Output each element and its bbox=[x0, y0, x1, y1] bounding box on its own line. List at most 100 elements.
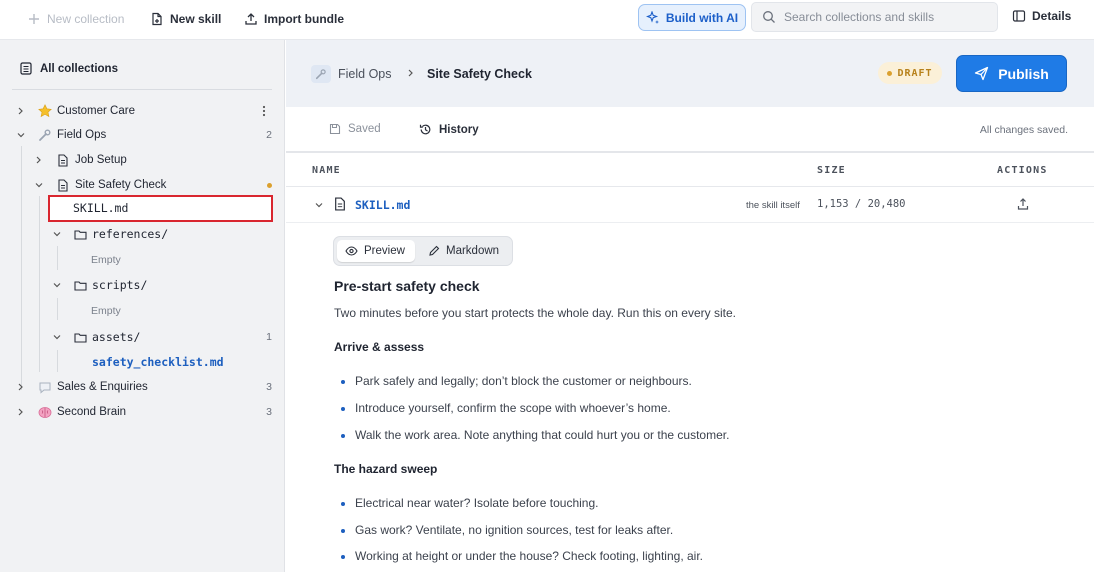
editor-header: Field Ops Site Safety Check DRAFT Publis… bbox=[286, 40, 1094, 107]
sidebar-item-customer-care[interactable]: Customer Care bbox=[0, 99, 284, 123]
preview-label: Preview bbox=[364, 245, 405, 257]
all-collections-link[interactable]: All collections bbox=[20, 62, 118, 75]
row-divider bbox=[286, 222, 1094, 223]
sidebar-divider bbox=[12, 89, 272, 90]
new-skill-button[interactable]: New skill bbox=[150, 9, 221, 29]
build-with-ai-label: Build with AI bbox=[665, 10, 739, 25]
column-header-actions: ACTIONS bbox=[997, 165, 1048, 176]
history-icon bbox=[419, 124, 431, 135]
panel-icon bbox=[1012, 10, 1026, 22]
chevron-down-icon bbox=[17, 133, 25, 138]
chevron-right-icon bbox=[18, 107, 23, 115]
item-count: 2 bbox=[266, 129, 272, 141]
doc-list-item: Walk the work area. Note anything that c… bbox=[340, 428, 730, 442]
empty-label: Empty bbox=[91, 254, 121, 266]
all-collections-label: All collections bbox=[40, 62, 118, 75]
doc-list-item: Gas work? Ventilate, no ignition sources… bbox=[340, 523, 674, 537]
build-with-ai-button[interactable]: Build with AI bbox=[638, 4, 746, 31]
new-skill-label: New skill bbox=[170, 12, 222, 26]
search-box[interactable] bbox=[751, 2, 998, 32]
sidebar-item-label: Sales & Enquiries bbox=[57, 381, 148, 393]
chevron-down-icon bbox=[35, 183, 43, 188]
details-label: Details bbox=[1032, 9, 1072, 23]
chevron-right-icon bbox=[408, 69, 413, 77]
unsaved-dot bbox=[267, 183, 272, 188]
editor-subbar: Saved History All changes saved. bbox=[286, 107, 1094, 153]
file-name[interactable]: SKILL.md bbox=[355, 198, 410, 212]
folder-icon bbox=[73, 278, 87, 292]
item-count: 3 bbox=[266, 406, 272, 418]
chevron-down-icon bbox=[53, 232, 61, 237]
sidebar-item-label: scripts/ bbox=[92, 278, 148, 292]
eye-icon bbox=[345, 246, 358, 256]
sidebar-item-job-setup[interactable]: Job Setup bbox=[0, 148, 284, 172]
file-size: 1,153 / 20,480 bbox=[817, 198, 906, 210]
new-collection-label: New collection bbox=[47, 12, 125, 26]
header-divider bbox=[286, 186, 1094, 187]
status-dot bbox=[887, 70, 893, 76]
sidebar-item-sales-enquiries[interactable]: Sales & Enquiries 3 bbox=[0, 375, 284, 399]
folder-empty-state: Empty bbox=[0, 248, 284, 272]
sidebar-item-label: SKILL.md bbox=[73, 201, 129, 215]
collections-sidebar: All collections Customer Care Field Ops … bbox=[0, 40, 285, 572]
item-count: 1 bbox=[266, 331, 272, 343]
sidebar-item-second-brain[interactable]: Second Brain 3 bbox=[0, 400, 284, 424]
skill-editor: Field Ops Site Safety Check DRAFT Publis… bbox=[286, 40, 1094, 572]
search-input[interactable] bbox=[784, 10, 984, 24]
brain-icon bbox=[38, 405, 52, 419]
sidebar-item-label: Field Ops bbox=[57, 129, 107, 141]
saved-label: Saved bbox=[348, 123, 381, 135]
markdown-tab[interactable]: Markdown bbox=[420, 240, 507, 262]
new-collection-button[interactable]: New collection bbox=[27, 9, 124, 29]
breadcrumb-current: Site Safety Check bbox=[427, 67, 532, 81]
saved-indicator: Saved bbox=[329, 123, 381, 135]
chevron-right-icon bbox=[18, 383, 23, 391]
sidebar-item-skill-md[interactable]: SKILL.md bbox=[0, 196, 284, 220]
search-icon bbox=[763, 11, 775, 23]
preview-tab[interactable]: Preview bbox=[337, 240, 415, 262]
chevron-down-icon bbox=[53, 335, 61, 340]
sidebar-item-label: Second Brain bbox=[57, 406, 127, 418]
import-bundle-label: Import bundle bbox=[264, 12, 344, 26]
pencil-icon bbox=[429, 245, 440, 256]
empty-label: Empty bbox=[91, 305, 121, 317]
upload-icon bbox=[245, 13, 257, 25]
sidebar-item-site-safety-check[interactable]: Site Safety Check bbox=[0, 173, 284, 197]
item-count: 3 bbox=[266, 381, 272, 393]
column-header-size: SIZE bbox=[817, 165, 846, 176]
doc-section-heading: Arrive & assess bbox=[334, 340, 425, 354]
sidebar-item-assets-folder[interactable]: assets/ 1 bbox=[0, 325, 284, 349]
doc-list-item: Park safely and legally; don’t block the… bbox=[341, 374, 692, 388]
publish-label: Publish bbox=[998, 65, 1049, 82]
doc-list-item: Working at height or under the house? Ch… bbox=[341, 549, 703, 563]
star-icon bbox=[38, 104, 52, 118]
sidebar-item-safety-checklist[interactable]: safety_checklist.md bbox=[0, 350, 284, 374]
send-icon bbox=[975, 66, 989, 81]
breadcrumb-parent[interactable]: Field Ops bbox=[338, 67, 392, 81]
sidebar-item-label: assets/ bbox=[92, 330, 141, 344]
sidebar-item-label: references/ bbox=[92, 227, 169, 241]
folder-icon bbox=[73, 330, 87, 344]
sidebar-item-references-folder[interactable]: references/ bbox=[0, 222, 284, 246]
sidebar-item-scripts-folder[interactable]: scripts/ bbox=[0, 273, 284, 297]
wrench-icon bbox=[311, 65, 331, 83]
details-button[interactable]: Details bbox=[1012, 9, 1071, 23]
import-bundle-button[interactable]: Import bundle bbox=[244, 9, 344, 29]
column-header-name: NAME bbox=[312, 165, 341, 176]
more-vertical-icon[interactable] bbox=[262, 105, 266, 117]
history-button[interactable]: History bbox=[419, 123, 479, 136]
publish-button[interactable]: Publish bbox=[956, 55, 1067, 92]
top-toolbar: New collection New skill Import bundle B… bbox=[0, 0, 1094, 40]
view-toggle: Preview Markdown bbox=[333, 236, 513, 266]
doc-intro: Two minutes before you start protects th… bbox=[334, 306, 736, 320]
status-label: DRAFT bbox=[897, 67, 933, 79]
folder-icon bbox=[73, 227, 87, 241]
sidebar-item-field-ops[interactable]: Field Ops 2 bbox=[0, 123, 284, 147]
chevron-down-icon[interactable] bbox=[314, 200, 324, 210]
sidebar-item-label: Job Setup bbox=[75, 154, 127, 166]
history-label: History bbox=[439, 123, 479, 136]
sidebar-item-label: safety_checklist.md bbox=[92, 355, 224, 369]
upload-icon[interactable] bbox=[1016, 197, 1030, 211]
sidebar-item-label: Site Safety Check bbox=[75, 179, 167, 191]
doc-title: Pre-start safety check bbox=[334, 278, 480, 294]
